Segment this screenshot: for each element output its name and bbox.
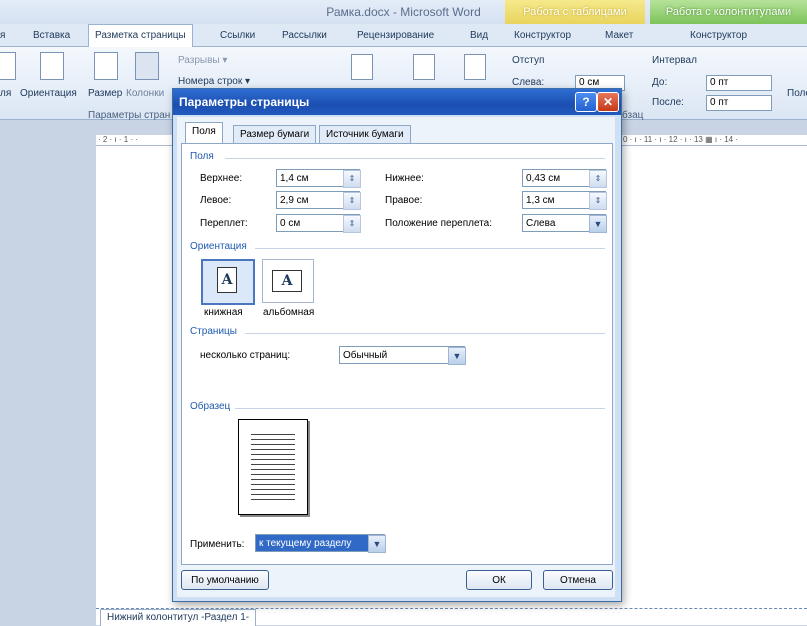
top-margin-spinner-icon[interactable]: ⇕ [343, 170, 361, 188]
page-setup-dialog: Параметры страницы ? ✕ Поля Размер бумаг… [172, 88, 622, 602]
position-button-partial[interactable]: Поле [787, 88, 807, 99]
context-tab-table-tools: Работа с таблицами [505, 0, 645, 24]
watermark-icon[interactable] [351, 54, 373, 80]
apply-to-value: к текущему разделу [259, 538, 352, 549]
tab-table-design[interactable]: Конструктор [514, 26, 571, 46]
tab-paper-source[interactable]: Источник бумаги [319, 125, 411, 144]
line-numbers-button[interactable]: Номера строк ▾ [178, 76, 250, 87]
group-label-page-setup: Параметры стран [88, 110, 171, 121]
preview-text-lines [251, 430, 295, 502]
tab-paper-size[interactable]: Размер бумаги [233, 125, 317, 144]
landscape-page-icon: A [272, 270, 302, 292]
left-margin-value: 2,9 см [280, 195, 309, 206]
set-as-default-button[interactable]: По умолчанию [181, 570, 269, 590]
page-color-icon[interactable] [413, 54, 435, 80]
spacing-before-input[interactable]: 0 пт [706, 75, 772, 91]
landscape-orientation-button[interactable]: A [262, 259, 314, 303]
multiple-pages-chevron-down-icon[interactable]: ▼ [448, 347, 466, 365]
right-margin-spinner-icon[interactable]: ⇕ [589, 192, 607, 210]
indent-left-label: Слева: [512, 77, 545, 88]
group-label-paragraph: бзац [622, 110, 644, 121]
multiple-pages-value: Обычный [343, 350, 388, 361]
tab-header-footer-design[interactable]: Конструктор [690, 26, 747, 46]
spacing-after-label: После: [652, 97, 684, 108]
tab-view[interactable]: Вид [470, 26, 488, 46]
dialog-title: Параметры страницы [179, 95, 310, 109]
help-button[interactable]: ? [575, 92, 597, 112]
gutter-spinner-icon[interactable]: ⇕ [343, 215, 361, 233]
indent-label: Отступ [512, 55, 545, 66]
tab-mailings[interactable]: Рассылки [282, 26, 327, 46]
context-tab-header-footer-tools: Работа с колонтитулами [650, 0, 807, 24]
breaks-button[interactable]: Разрывы ▾ [178, 55, 227, 66]
spacing-label: Интервал [652, 55, 697, 66]
apply-to-select[interactable]: к текущему разделу [255, 534, 385, 552]
section-divider [255, 248, 605, 249]
gutter-label: Переплет: [200, 218, 248, 229]
left-margin-label: Левое: [200, 195, 232, 206]
portrait-orientation-button[interactable]: A [201, 259, 255, 305]
top-margin-label: Верхнее: [200, 173, 243, 184]
right-margin-label: Правое: [385, 195, 423, 206]
tab-home-partial[interactable]: я [0, 26, 5, 46]
close-button[interactable]: ✕ [597, 92, 619, 112]
gutter-position-chevron-down-icon[interactable]: ▼ [589, 215, 607, 233]
multiple-pages-select[interactable]: Обычный [339, 346, 465, 364]
size-icon[interactable] [94, 52, 118, 80]
tab-margins[interactable]: Поля [185, 122, 223, 144]
columns-button[interactable]: Колонки [126, 88, 164, 99]
left-margin-spinner-icon[interactable]: ⇕ [343, 192, 361, 210]
right-margin-value: 1,3 см [526, 195, 555, 206]
ok-button[interactable]: ОК [466, 570, 532, 590]
tab-references[interactable]: Ссылки [220, 26, 255, 46]
section-preview: Образец [190, 401, 231, 412]
section-divider [245, 333, 605, 334]
orientation-icon[interactable] [40, 52, 64, 80]
footer-section-tab: Нижний колонтитул -Раздел 1- [100, 609, 257, 626]
bottom-margin-spinner-icon[interactable]: ⇕ [589, 170, 607, 188]
ruler-right-text: 0 · ı · 11 · ı · 12 · ı · 13 ▦ ı · 14 · [623, 135, 738, 144]
orientation-button[interactable]: Ориентация [20, 88, 77, 99]
tab-review[interactable]: Рецензирование [357, 26, 434, 46]
margins-button-label[interactable]: ля [0, 88, 11, 99]
margins-icon[interactable] [0, 52, 16, 80]
top-margin-value: 1,4 см [280, 173, 309, 184]
tab-page-layout[interactable]: Разметка страницы [88, 24, 193, 47]
gutter-position-label: Положение переплета: [385, 218, 493, 229]
bottom-margin-label: Нижнее: [385, 173, 424, 184]
cancel-button[interactable]: Отмена [543, 570, 613, 590]
multiple-pages-label: несколько страниц: [200, 350, 291, 361]
gutter-value: 0 см [280, 218, 301, 229]
portrait-label: книжная [204, 307, 243, 318]
section-orientation: Ориентация [190, 241, 247, 252]
tab-table-layout[interactable]: Макет [605, 26, 633, 46]
section-divider [225, 158, 605, 159]
gutter-position-value: Слева [526, 218, 556, 229]
tab-insert[interactable]: Вставка [33, 26, 70, 46]
section-divider [235, 408, 605, 409]
spacing-before-label: До: [652, 77, 668, 88]
size-button[interactable]: Размер [88, 88, 122, 99]
portrait-page-icon: A [217, 267, 237, 293]
spacing-after-input[interactable]: 0 пт [706, 95, 772, 111]
page-borders-icon[interactable] [464, 54, 486, 80]
section-pages: Страницы [190, 326, 237, 337]
bottom-margin-value: 0,43 см [526, 173, 561, 184]
apply-to-chevron-down-icon[interactable]: ▼ [368, 535, 386, 553]
ruler-left-text: · 2 · ı · 1 · · [98, 135, 138, 144]
section-margins: Поля [190, 151, 214, 162]
apply-to-label: Применить: [190, 539, 245, 550]
page-preview-image [238, 419, 308, 515]
columns-icon[interactable] [135, 52, 159, 80]
landscape-label: альбомная [263, 307, 315, 318]
